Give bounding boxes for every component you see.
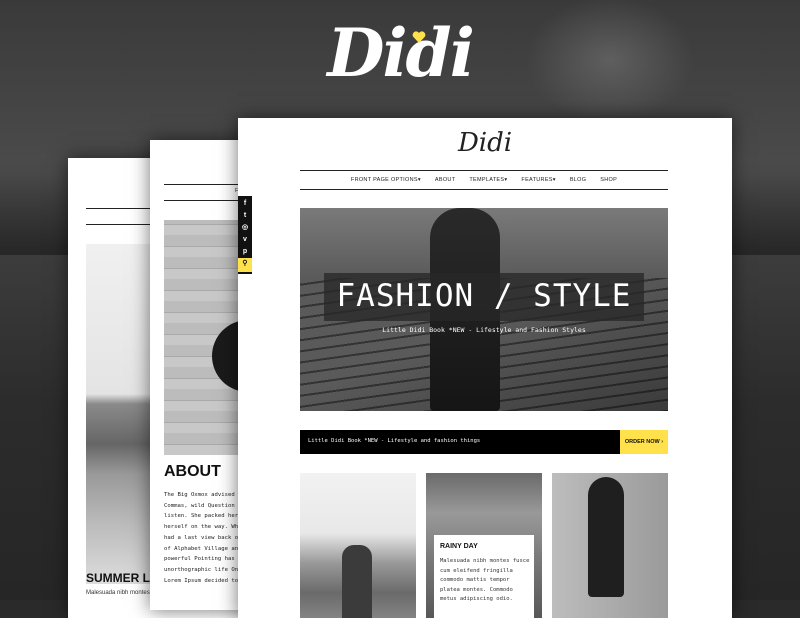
logo-text: Didi xyxy=(327,14,475,92)
nav-bottom-rule xyxy=(300,189,668,190)
nav-front-page-options[interactable]: FRONT PAGE OPTIONS▾ xyxy=(351,177,421,183)
order-now-button[interactable]: ORDER NOW › xyxy=(620,430,668,454)
nav-templates[interactable]: TEMPLATES▾ xyxy=(469,177,507,183)
search-icon[interactable]: ⚲ xyxy=(238,258,252,272)
banner-text: Little Didi Book *NEW - Lifestyle and fa… xyxy=(308,438,481,444)
nav-features[interactable]: FEATURES▾ xyxy=(521,177,555,183)
vimeo-icon[interactable]: v xyxy=(238,234,252,246)
heart-icon xyxy=(412,31,426,43)
hero-title: FASHION / STYLE xyxy=(336,278,632,314)
main-nav: FRONT PAGE OPTIONS▾ ABOUT TEMPLATES▾ FEA… xyxy=(300,170,668,189)
card-figure xyxy=(588,477,624,597)
instagram-icon[interactable]: ◎ xyxy=(238,222,252,234)
twitter-icon[interactable]: t xyxy=(238,210,252,222)
nav-about[interactable]: ABOUT xyxy=(435,177,455,183)
card-title: RAINY DAY xyxy=(440,543,478,550)
pinterest-icon[interactable]: p xyxy=(238,246,252,258)
promo-banner: Little Didi Book *NEW - Lifestyle and fa… xyxy=(300,430,668,454)
didi-logo: Didi xyxy=(0,14,800,92)
social-sidebar: f t ◎ v p ⚲ xyxy=(238,196,252,274)
post-snippet: Malesuada nibh montes xyxy=(86,590,150,596)
card-figure xyxy=(342,545,372,618)
facebook-icon[interactable]: f xyxy=(238,198,252,210)
post-card[interactable] xyxy=(300,473,416,618)
post-card[interactable]: RAINY DAY Malesuada nibh montes fusce cu… xyxy=(426,473,542,618)
post-card[interactable] xyxy=(552,473,668,618)
about-title: ABOUT xyxy=(164,463,221,480)
card-text: Malesuada nibh montes fusce cum eleifend… xyxy=(440,558,530,602)
front-page-preview: Didi FRONT PAGE OPTIONS▾ ABOUT TEMPLATES… xyxy=(238,118,732,618)
nav-shop[interactable]: SHOP xyxy=(600,177,617,183)
site-logo[interactable]: Didi xyxy=(238,128,732,158)
hero-slider[interactable]: FASHION / STYLE Little Didi Book *NEW - … xyxy=(300,208,668,411)
card-caption: RAINY DAY Malesuada nibh montes fusce cu… xyxy=(434,535,534,618)
nav-blog[interactable]: BLOG xyxy=(570,177,586,183)
hero-subtitle: Little Didi Book *NEW - Lifestyle and Fa… xyxy=(382,326,586,334)
